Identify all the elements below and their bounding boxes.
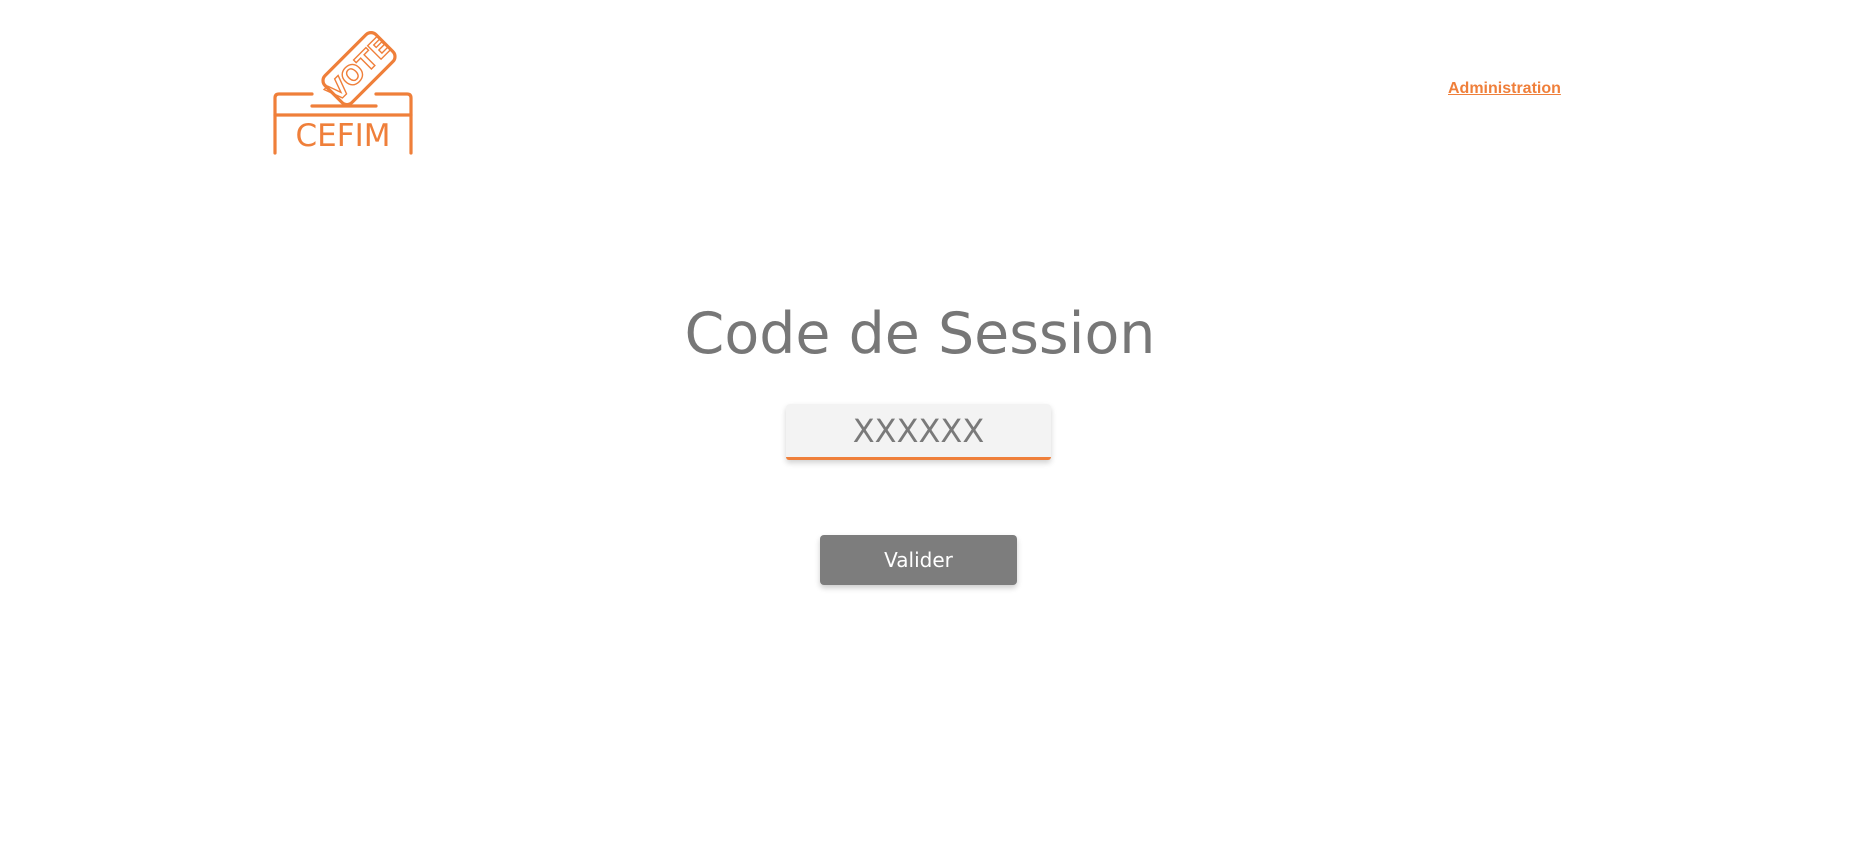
page-title: Code de Session bbox=[684, 301, 1156, 367]
cefim-vote-logo[interactable]: VOTE CEFIM bbox=[272, 20, 414, 156]
session-code-input[interactable] bbox=[786, 404, 1051, 460]
page: VOTE CEFIM Administration Code de Sessio… bbox=[0, 0, 1855, 860]
ballot-box-icon: VOTE CEFIM bbox=[273, 30, 413, 155]
administration-link[interactable]: Administration bbox=[1448, 80, 1561, 98]
logo-box-text: CEFIM bbox=[296, 118, 391, 154]
validate-button[interactable]: Valider bbox=[820, 535, 1017, 585]
